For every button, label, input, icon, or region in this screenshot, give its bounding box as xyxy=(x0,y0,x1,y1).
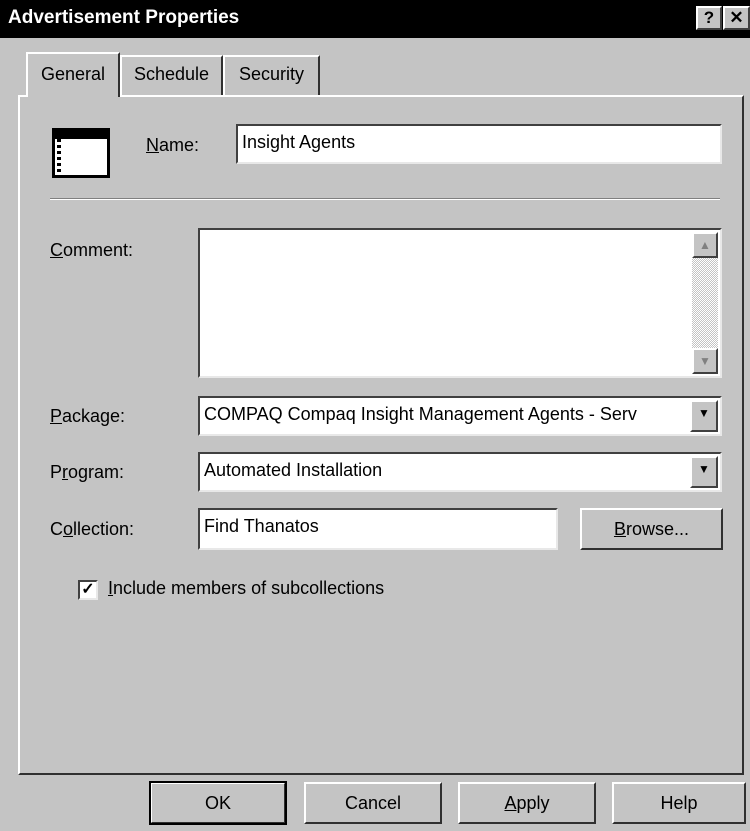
tab-security[interactable]: Security xyxy=(223,55,320,95)
title-bar: Advertisement Properties ? ✕ xyxy=(0,0,750,38)
program-label: Program: xyxy=(50,462,125,482)
tab-security-label: Security xyxy=(238,64,305,84)
window-title: Advertisement Properties xyxy=(8,7,240,28)
package-dropdown[interactable]: COMPAQ Compaq Insight Management Agents … xyxy=(198,396,722,436)
comment-textarea[interactable]: ▲ ▼ xyxy=(198,228,722,378)
program-dropdown[interactable]: Automated Installation ▼ xyxy=(198,452,722,492)
browse-button[interactable]: Browse... xyxy=(580,508,723,550)
program-value: Automated Installation xyxy=(204,460,383,480)
name-label: Name: xyxy=(146,135,200,155)
package-value: COMPAQ Compaq Insight Management Agents … xyxy=(204,404,637,424)
close-icon: ✕ xyxy=(729,8,744,27)
chevron-down-icon[interactable]: ▼ xyxy=(690,456,718,488)
include-subcollections-checkbox[interactable]: ✓ xyxy=(78,580,98,600)
ok-button[interactable]: OK xyxy=(149,781,287,825)
collection-input[interactable]: Find Thanatos xyxy=(198,508,558,550)
comment-label: Comment: xyxy=(50,240,134,260)
help-bottom-button[interactable]: Help xyxy=(612,782,746,824)
application-window-icon xyxy=(52,128,110,178)
help-button[interactable]: ? xyxy=(696,6,722,30)
chevron-down-icon[interactable]: ▼ xyxy=(690,400,718,432)
help-icon: ? xyxy=(703,8,715,27)
separator xyxy=(50,198,720,200)
checkmark-icon: ✓ xyxy=(81,581,95,598)
tab-schedule[interactable]: Schedule xyxy=(120,55,223,95)
cancel-button[interactable]: Cancel xyxy=(304,782,442,824)
tab-general-label: General xyxy=(40,64,106,84)
collection-label: Collection: xyxy=(50,519,135,539)
close-button[interactable]: ✕ xyxy=(723,6,750,30)
package-label: Package: xyxy=(50,406,126,426)
name-input[interactable]: Insight Agents xyxy=(236,124,722,164)
tab-schedule-label: Schedule xyxy=(133,64,210,84)
scroll-up-arrow-icon[interactable]: ▲ xyxy=(692,232,718,258)
comment-scrollbar[interactable]: ▲ ▼ xyxy=(692,232,718,374)
tab-general[interactable]: General xyxy=(26,52,120,97)
scroll-down-arrow-icon[interactable]: ▼ xyxy=(692,348,718,374)
include-subcollections-label[interactable]: Include members of subcollections xyxy=(108,578,384,599)
apply-button[interactable]: Apply xyxy=(458,782,596,824)
